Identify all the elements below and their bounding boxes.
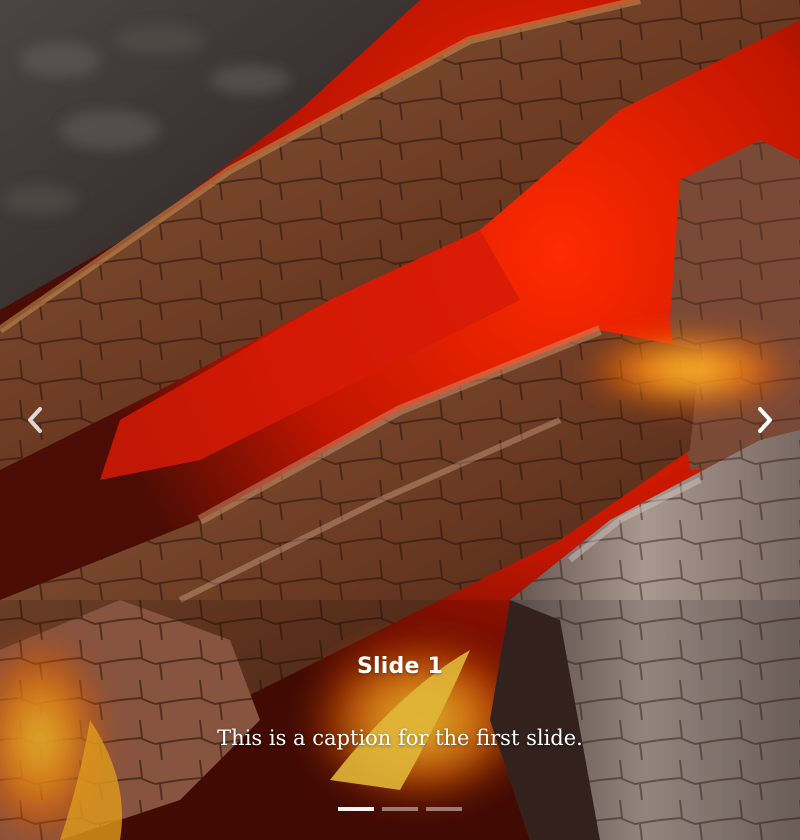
carousel-indicator-2[interactable] (382, 807, 418, 811)
carousel-next-button[interactable] (730, 380, 800, 460)
image-carousel: Slide 1 This is a caption for the first … (0, 0, 800, 840)
slide-image-burning-logs (0, 0, 800, 840)
slide-title: Slide 1 (357, 654, 443, 679)
carousel-indicator-1[interactable] (338, 807, 374, 811)
carousel-indicators (0, 807, 800, 811)
chevron-left-icon (28, 407, 42, 433)
chevron-right-icon (758, 407, 772, 433)
carousel-prev-button[interactable] (0, 380, 70, 460)
carousel-indicator-3[interactable] (426, 807, 462, 811)
slide-caption: This is a caption for the first slide. (217, 726, 583, 750)
